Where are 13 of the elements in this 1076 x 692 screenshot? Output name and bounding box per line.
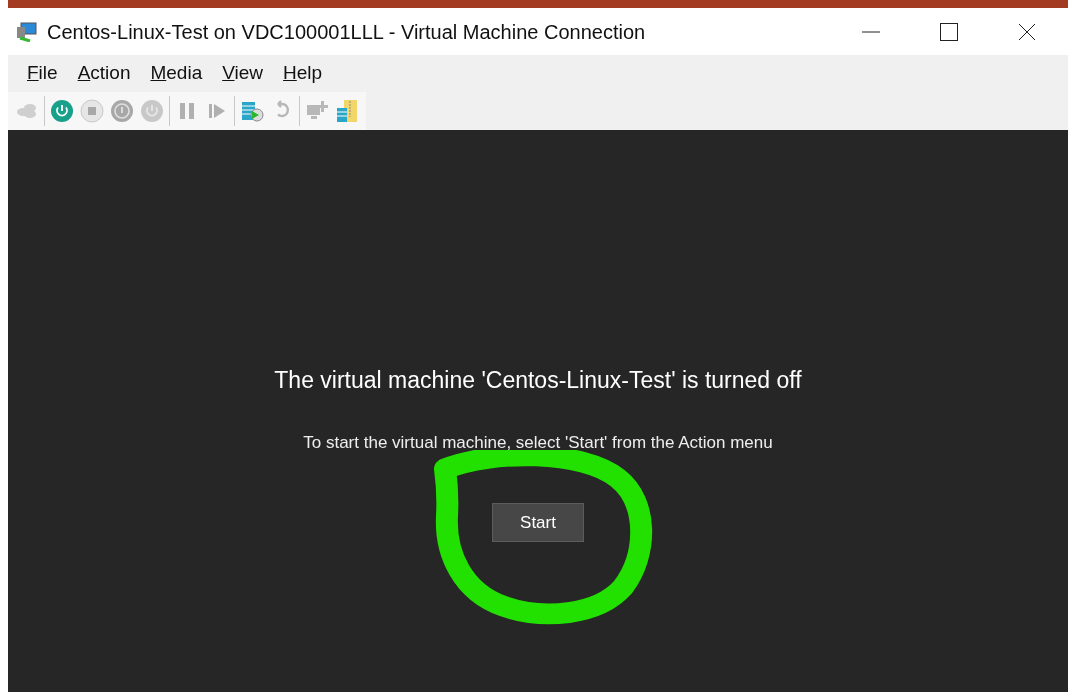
minimize-icon xyxy=(862,30,880,33)
status-message: To start the virtual machine, select 'Start' from the Action menu xyxy=(303,431,773,454)
status-heading: The virtual machine 'Centos-Linux-Test' is turned off xyxy=(274,366,802,395)
app-icon xyxy=(16,21,38,42)
menu-item[interactable]: Media xyxy=(143,59,210,88)
menu-item[interactable]: File xyxy=(20,59,65,88)
menu-item[interactable]: Help xyxy=(276,59,330,88)
menu-item[interactable]: Action xyxy=(70,59,138,88)
maximize-icon xyxy=(940,22,958,41)
window-title: Centos-Linux-Test on VDC100001LLL - Virtual Machine Connection xyxy=(47,19,646,45)
close-icon xyxy=(1018,22,1036,41)
menu-item[interactable]: View xyxy=(215,59,271,88)
start-button[interactable]: Start xyxy=(492,503,584,542)
